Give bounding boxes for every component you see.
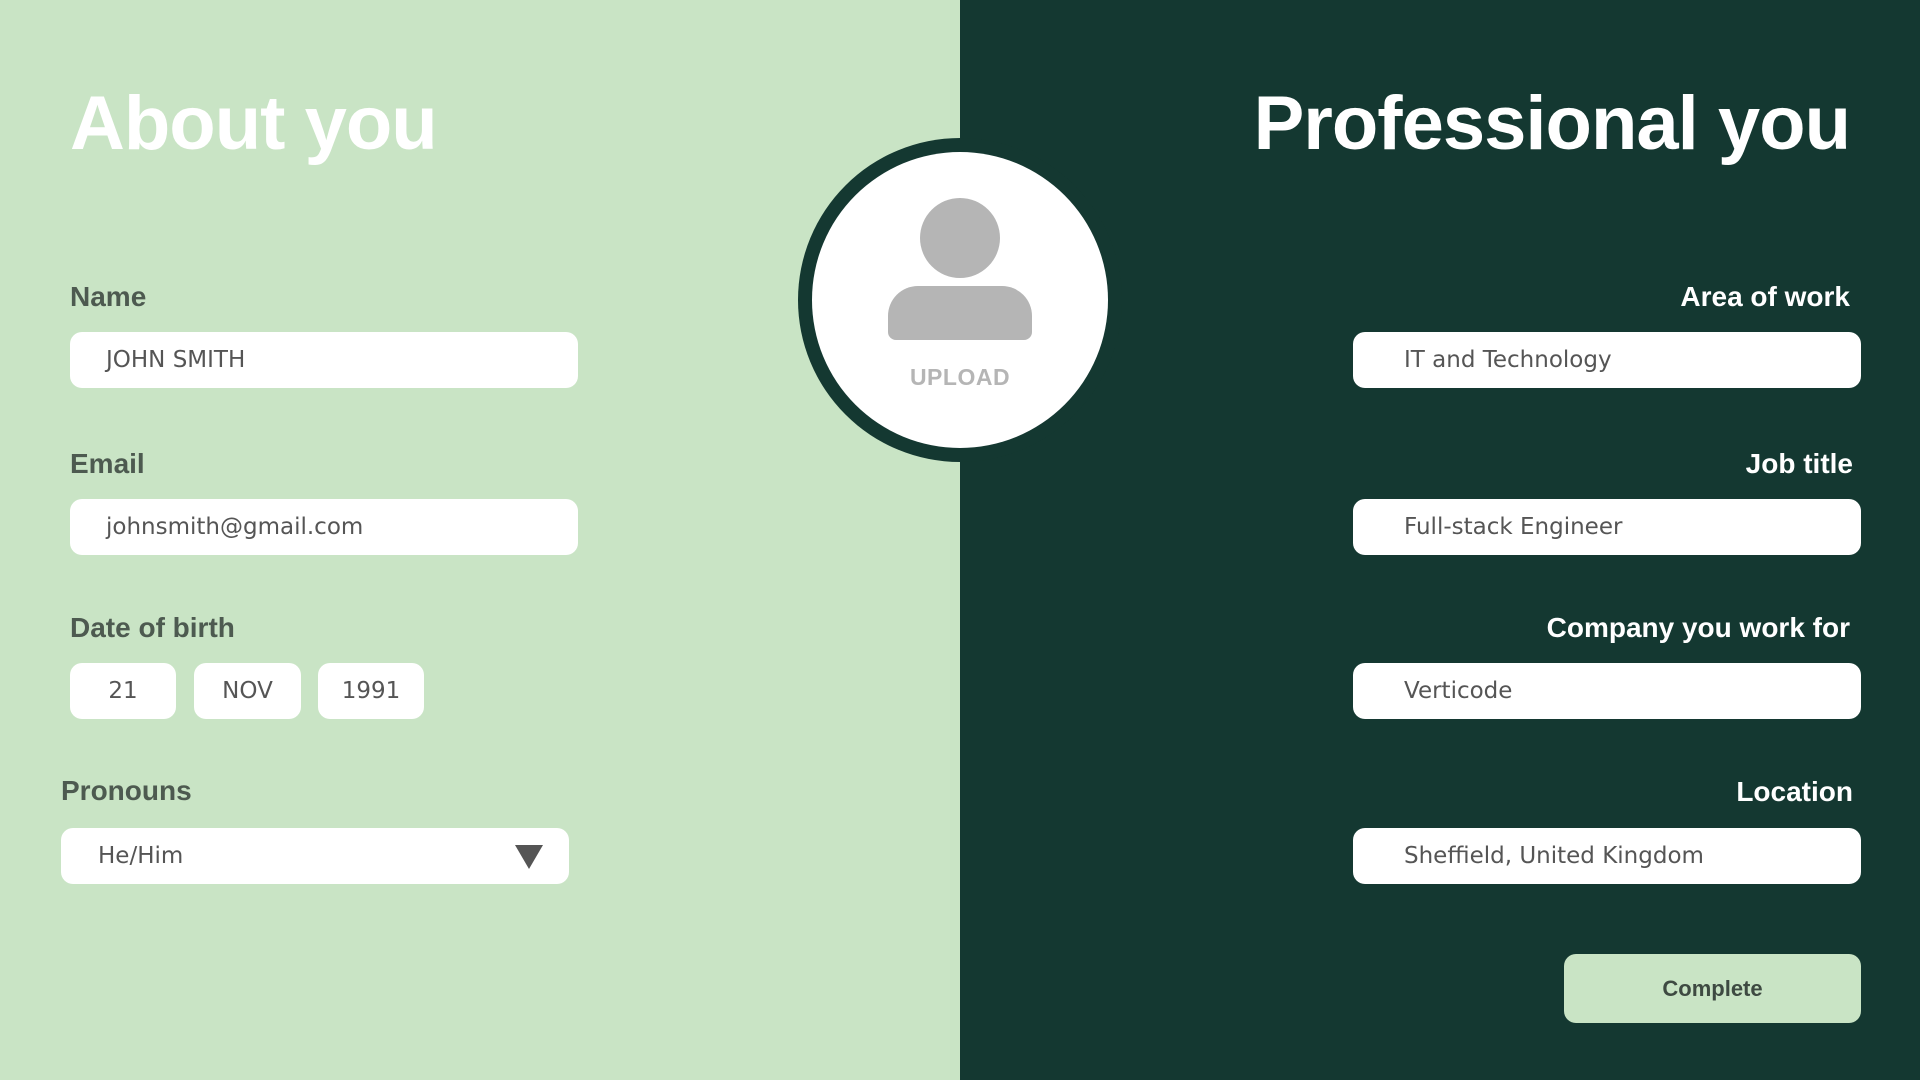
location-label: Location — [1736, 776, 1853, 807]
email-input[interactable]: johnsmith@gmail.com — [70, 499, 578, 555]
location-input[interactable]: Sheffield, United Kingdom — [1353, 828, 1861, 884]
dob-day-input[interactable]: 21 — [70, 663, 176, 719]
profile-setup-page: About you Name JOHN SMITH Email johnsmit… — [0, 0, 1920, 1080]
job-title-input[interactable]: Full-stack Engineer — [1353, 499, 1861, 555]
dob-day-value: 21 — [108, 678, 138, 704]
pronouns-label: Pronouns — [61, 775, 192, 806]
job-title-label: Job title — [1745, 448, 1853, 479]
complete-button[interactable]: Complete — [1564, 954, 1861, 1023]
name-label: Name — [70, 281, 147, 312]
upload-label: UPLOAD — [909, 364, 1011, 390]
user-silhouette-body — [888, 286, 1032, 340]
area-of-work-label: Area of work — [1680, 281, 1850, 312]
email-label: Email — [70, 448, 145, 479]
job-title-value: Full-stack Engineer — [1404, 514, 1623, 540]
dob-month-input[interactable]: NOV — [194, 663, 301, 719]
avatar-upload: UPLOAD — [798, 138, 1122, 462]
company-input[interactable]: Verticode — [1353, 663, 1861, 719]
avatar-upload-button[interactable]: UPLOAD — [812, 152, 1108, 448]
about-you-heading: About you — [70, 81, 438, 166]
dob-month-value: NOV — [222, 678, 273, 704]
company-value: Verticode — [1404, 678, 1513, 704]
area-of-work-input[interactable]: IT and Technology — [1353, 332, 1861, 388]
professional-you-heading: Professional you — [1253, 81, 1851, 166]
name-value: JOHN SMITH — [106, 347, 246, 373]
professional-you-panel: Professional you Area of work IT and Tec… — [960, 0, 1920, 1080]
name-input[interactable]: JOHN SMITH — [70, 332, 578, 388]
pronouns-select[interactable]: He/Him — [61, 828, 569, 884]
company-label: Company you work for — [1546, 612, 1850, 643]
location-value: Sheffield, United Kingdom — [1404, 843, 1704, 869]
about-you-panel: About you Name JOHN SMITH Email johnsmit… — [0, 0, 960, 1080]
pronouns-value: He/Him — [98, 843, 184, 869]
date-of-birth-label: Date of birth — [70, 612, 235, 643]
dob-year-input[interactable]: 1991 — [318, 663, 424, 719]
user-silhouette-icon — [920, 198, 1000, 278]
area-of-work-value: IT and Technology — [1404, 347, 1612, 373]
email-value: johnsmith@gmail.com — [106, 514, 364, 540]
chevron-down-icon — [515, 845, 543, 869]
dob-year-value: 1991 — [341, 678, 401, 704]
